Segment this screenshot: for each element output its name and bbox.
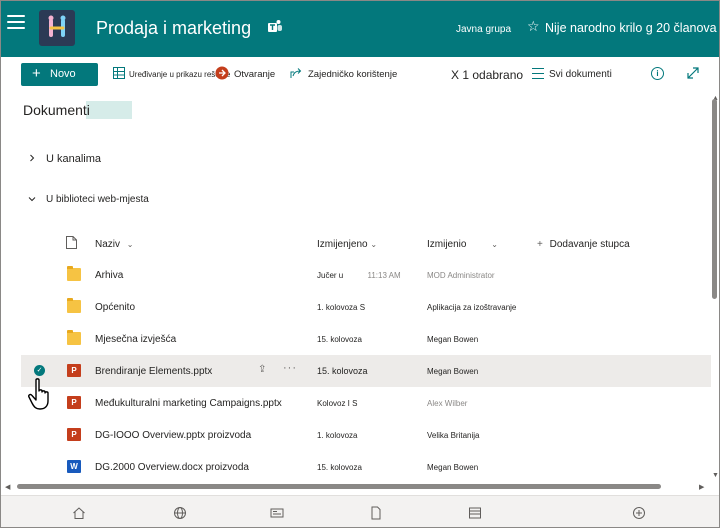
share-button[interactable]: Zajedničko korištenje bbox=[308, 69, 397, 80]
grid-view-icon bbox=[113, 67, 125, 79]
chevron-right-icon[interactable] bbox=[27, 153, 37, 163]
group-type-label: Javna grupa bbox=[456, 24, 512, 35]
add-column-button[interactable]: + Dodavanje stupca bbox=[537, 239, 630, 250]
row-name[interactable]: Mjesečna izvješća bbox=[95, 334, 176, 345]
row-modified-by: Megan Bowen bbox=[427, 335, 479, 344]
more-options-icon[interactable]: ··· bbox=[283, 362, 297, 374]
chevron-down-icon[interactable] bbox=[27, 194, 37, 204]
row-modified: 1. kolovoza S bbox=[317, 303, 366, 312]
pptx-icon: P bbox=[67, 364, 81, 377]
star-icon[interactable]: ☆ bbox=[527, 19, 540, 33]
row-name[interactable]: Međukulturalni marketing Campaigns.pptx bbox=[95, 398, 282, 409]
table-row[interactable]: P Međukulturalni marketing Campaigns.ppt… bbox=[21, 387, 711, 419]
row-name[interactable]: Brendiranje Elements.pptx bbox=[95, 366, 212, 377]
column-modified-label: Izmijenjeno bbox=[317, 239, 368, 250]
scroll-left-arrow-icon[interactable]: ◀ bbox=[5, 483, 10, 491]
folder-icon bbox=[67, 330, 81, 345]
add-column-label: Dodavanje stupca bbox=[549, 239, 630, 250]
title-highlight bbox=[86, 101, 132, 119]
table-header: Naziv ⌄ Izmijenjeno ⌄ Izmijenio ⌄ + Doda… bbox=[21, 227, 711, 261]
table-row[interactable]: Općenito 1. kolovoza S Aplikacija za izo… bbox=[21, 291, 711, 323]
site-title[interactable]: Prodaja i marketing bbox=[96, 18, 251, 39]
plus-icon: + bbox=[537, 239, 543, 250]
table-row[interactable]: W DG.2000 Overview.docx proizvoda 15. ko… bbox=[21, 451, 711, 483]
site-logo[interactable] bbox=[39, 10, 75, 46]
row-modified-by: Velika Britanija bbox=[427, 431, 480, 440]
group-header-site-library[interactable]: U biblioteci web-mjesta bbox=[46, 194, 149, 205]
docx-icon: W bbox=[67, 460, 81, 473]
follow-status[interactable]: Nije narodno krilo g 20 članova bbox=[545, 21, 717, 35]
row-modified-date: Jučer u bbox=[317, 271, 344, 280]
row-modified-by: Alex Wilber bbox=[427, 399, 468, 408]
share-icon bbox=[290, 68, 302, 78]
table-row[interactable]: Mjesečna izvješća 15. kolovoza Megan Bow… bbox=[21, 323, 711, 355]
share-icon[interactable]: ⇪ bbox=[258, 364, 266, 375]
row-modified: Jučer u 11:13 AM bbox=[317, 271, 401, 280]
row-modified: Kolovoz I S bbox=[317, 399, 358, 408]
vertical-scrollbar-thumb[interactable] bbox=[712, 99, 717, 299]
expand-icon[interactable] bbox=[687, 67, 699, 79]
site-header: Prodaja i marketing Javna grupa ☆ Nije n… bbox=[1, 1, 719, 57]
app-frame: Prodaja i marketing Javna grupa ☆ Nije n… bbox=[0, 0, 720, 528]
scroll-right-arrow-icon[interactable]: ▶ bbox=[699, 483, 704, 491]
library-title: Dokumenti bbox=[23, 102, 90, 118]
row-modified-by: MOD Administrator bbox=[427, 271, 495, 280]
command-bar: + Novo Uređivanje u prikazu rešetke Otva… bbox=[1, 57, 719, 93]
folder-icon bbox=[67, 266, 81, 281]
chevron-down-icon: ⌄ bbox=[126, 240, 134, 249]
column-modified-by-label: Izmijenio bbox=[427, 239, 467, 250]
hand-pointer-icon bbox=[28, 378, 49, 410]
news-icon[interactable] bbox=[270, 506, 284, 520]
column-modified-by[interactable]: Izmijenio ⌄ bbox=[427, 239, 498, 250]
column-modified[interactable]: Izmijenjeno ⌄ bbox=[317, 239, 377, 250]
horizontal-scrollbar-thumb[interactable] bbox=[17, 484, 661, 489]
teams-icon[interactable] bbox=[267, 18, 283, 34]
home-icon[interactable] bbox=[72, 506, 86, 520]
hamburger-menu-icon[interactable] bbox=[7, 15, 25, 29]
info-icon[interactable]: i bbox=[651, 67, 664, 80]
add-icon[interactable] bbox=[632, 506, 646, 520]
new-button[interactable]: + Novo bbox=[21, 63, 98, 86]
row-modified-by: Megan Bowen bbox=[427, 367, 479, 376]
table-row[interactable]: P DG-IOOO Overview.pptx proizvoda 1. kol… bbox=[21, 419, 711, 451]
row-name[interactable]: Općenito bbox=[95, 302, 135, 313]
row-modified-by: Aplikacija za izoštravanje bbox=[427, 303, 517, 312]
column-name-label: Naziv bbox=[95, 239, 121, 250]
selection-count[interactable]: X 1 odabrano bbox=[451, 68, 523, 82]
open-button[interactable]: Otvaranje bbox=[234, 69, 275, 80]
row-modified-time: 11:13 AM bbox=[367, 271, 401, 280]
folder-icon bbox=[67, 298, 81, 313]
row-modified: 15. kolovoza bbox=[317, 335, 362, 344]
chevron-down-icon: ⌄ bbox=[370, 240, 378, 249]
document-icon[interactable] bbox=[369, 506, 383, 520]
column-name[interactable]: Naziv ⌄ bbox=[95, 239, 134, 250]
checkmark-icon[interactable]: ✓ bbox=[34, 365, 45, 376]
row-name[interactable]: DG-IOOO Overview.pptx proizvoda bbox=[95, 430, 251, 441]
list-icon[interactable] bbox=[468, 506, 482, 520]
open-icon bbox=[215, 66, 229, 80]
view-list-icon bbox=[532, 68, 544, 79]
pptx-icon: P bbox=[67, 396, 81, 409]
row-modified: 1. kolovoza bbox=[317, 431, 358, 440]
file-type-icon[interactable] bbox=[66, 236, 77, 249]
new-button-label: Novo bbox=[50, 68, 76, 80]
view-selector[interactable]: Svi dokumenti bbox=[549, 69, 612, 80]
plus-icon: + bbox=[32, 65, 41, 82]
row-modified: 15. kolovoza bbox=[317, 366, 368, 376]
table-row[interactable]: Arhiva Jučer u 11:13 AM MOD Administrato… bbox=[21, 259, 711, 291]
scroll-down-arrow-icon[interactable]: ▼ bbox=[712, 472, 719, 479]
globe-icon[interactable] bbox=[173, 506, 187, 520]
row-name[interactable]: DG.2000 Overview.docx proizvoda bbox=[95, 462, 249, 473]
row-modified-by: Megan Bowen bbox=[427, 463, 479, 472]
row-name[interactable]: Arhiva bbox=[95, 270, 123, 281]
table-row-selected[interactable]: ✓ P Brendiranje Elements.pptx ⇪ ··· 15. … bbox=[21, 355, 711, 387]
bottom-nav-bar bbox=[1, 495, 719, 527]
chevron-down-icon: ⌄ bbox=[491, 240, 498, 249]
group-header-channels[interactable]: U kanalima bbox=[46, 153, 101, 165]
row-modified: 15. kolovoza bbox=[317, 463, 362, 472]
pptx-icon: P bbox=[67, 428, 81, 441]
